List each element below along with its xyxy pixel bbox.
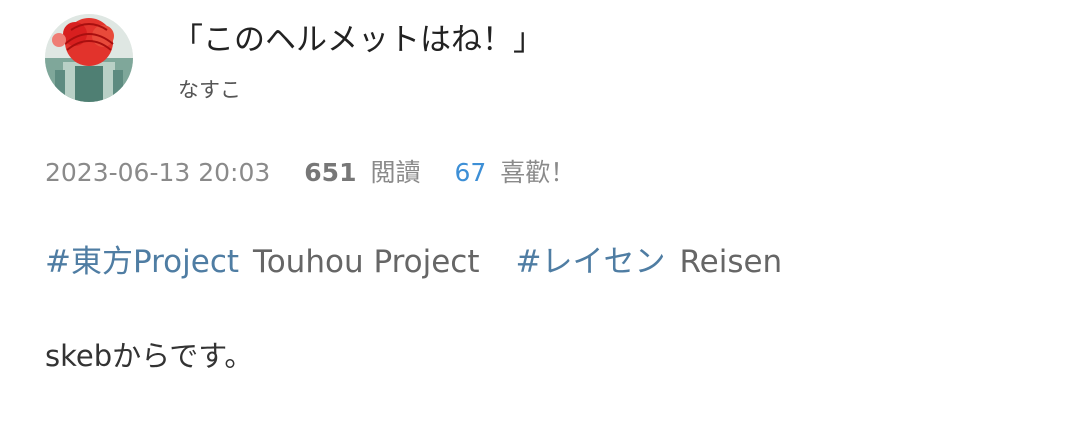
- tag-reisen[interactable]: #レイセン Reisen: [516, 241, 783, 283]
- views-label: 閲讀: [370, 158, 421, 187]
- tag-touhou-project[interactable]: #東方Project Touhou Project: [45, 241, 480, 283]
- author-avatar[interactable]: [45, 14, 133, 102]
- tag-translation: Reisen: [679, 244, 783, 280]
- views-count: 651: [304, 158, 357, 187]
- likes-label: 喜歡！: [500, 158, 576, 187]
- tag-name: #東方Project: [45, 244, 240, 280]
- tag-list: #東方Project Touhou Project #レイセン Reisen: [45, 241, 782, 283]
- tag-translation: Touhou Project: [253, 244, 480, 280]
- tag-name: #レイセン: [515, 244, 666, 280]
- likes-count: 67: [454, 158, 487, 187]
- artwork-title: 「このヘルメットはね！」: [172, 22, 544, 58]
- artwork-info-panel: 「このヘルメットはね！」 なすこ 2023-06-13 20:03 651 閲讀…: [0, 0, 1080, 447]
- artwork-description: skebからです。: [45, 339, 254, 373]
- artwork-meta: 2023-06-13 20:03 651 閲讀 67 喜歡！: [45, 155, 575, 191]
- author-name[interactable]: なすこ: [178, 76, 241, 104]
- post-date: 2023-06-13 20:03: [45, 158, 271, 187]
- avatar-illustration-icon: [45, 14, 133, 102]
